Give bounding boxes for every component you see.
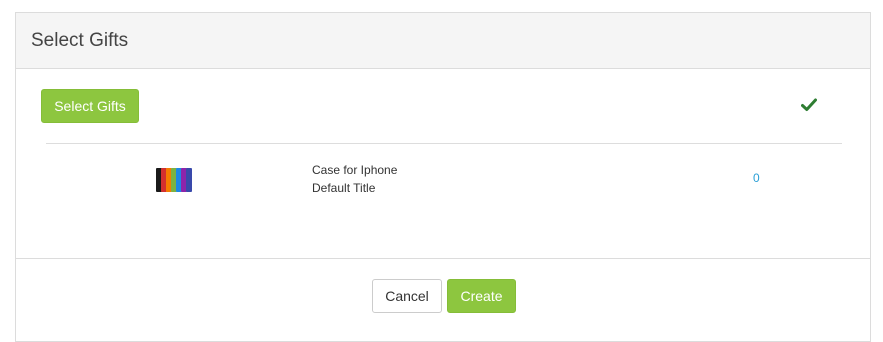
page-title: Select Gifts: [31, 29, 129, 51]
select-gifts-button[interactable]: Select Gifts: [41, 89, 139, 123]
product-name: Case for Iphone: [312, 163, 398, 177]
panel-header: Select Gifts: [16, 13, 870, 69]
create-button[interactable]: Create: [447, 279, 516, 313]
product-quantity[interactable]: 0: [753, 171, 760, 185]
checkmark-icon: [801, 98, 817, 111]
product-variant: Default Title: [312, 181, 376, 195]
product-info: Case for Iphone Default Title: [312, 161, 397, 197]
panel-footer: Cancel Create: [16, 259, 870, 329]
phone-cases-thumbnail: [156, 168, 192, 192]
panel-body: Select Gifts Case for Iphone Default Tit…: [16, 69, 870, 259]
divider: [46, 143, 842, 144]
select-gifts-panel: Select Gifts Select Gifts Case for Iphon…: [15, 12, 871, 342]
cancel-button[interactable]: Cancel: [372, 279, 442, 313]
list-item: Case for Iphone Default Title 0: [46, 161, 842, 201]
